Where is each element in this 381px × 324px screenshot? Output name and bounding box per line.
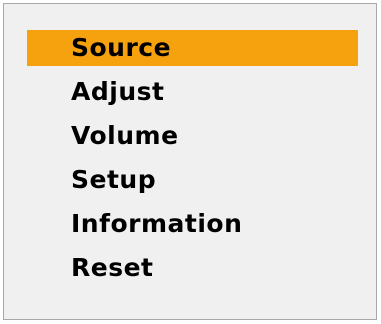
- menu-item-reset[interactable]: Reset: [27, 250, 358, 286]
- main-menu-panel: Source Adjust Volume Setup Information R…: [3, 3, 377, 320]
- menu-item-information[interactable]: Information: [27, 206, 358, 242]
- menu-item-adjust[interactable]: Adjust: [27, 74, 358, 110]
- menu-item-setup[interactable]: Setup: [27, 162, 358, 198]
- menu-item-volume[interactable]: Volume: [27, 118, 358, 154]
- menu-item-source[interactable]: Source: [27, 30, 358, 66]
